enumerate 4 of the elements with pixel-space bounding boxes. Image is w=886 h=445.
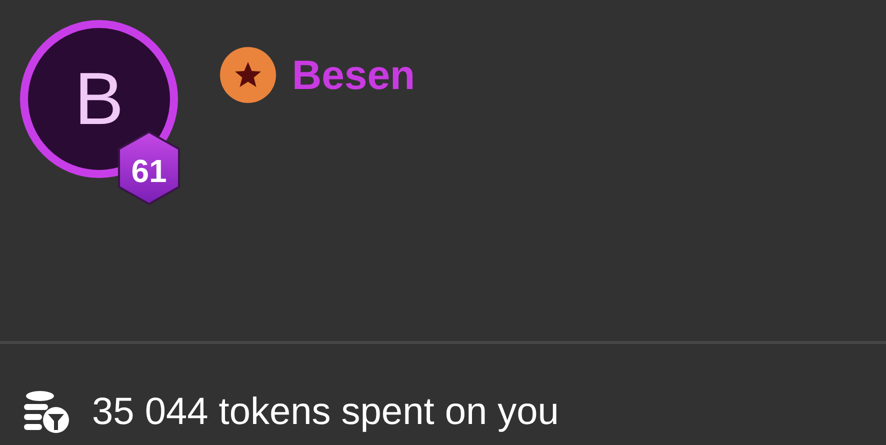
coins-icon (22, 390, 70, 434)
tokens-spent-text: 35 044 tokens spent on you (92, 393, 559, 431)
level-badge: 61 (116, 130, 182, 206)
user-name: Besen (292, 54, 416, 96)
